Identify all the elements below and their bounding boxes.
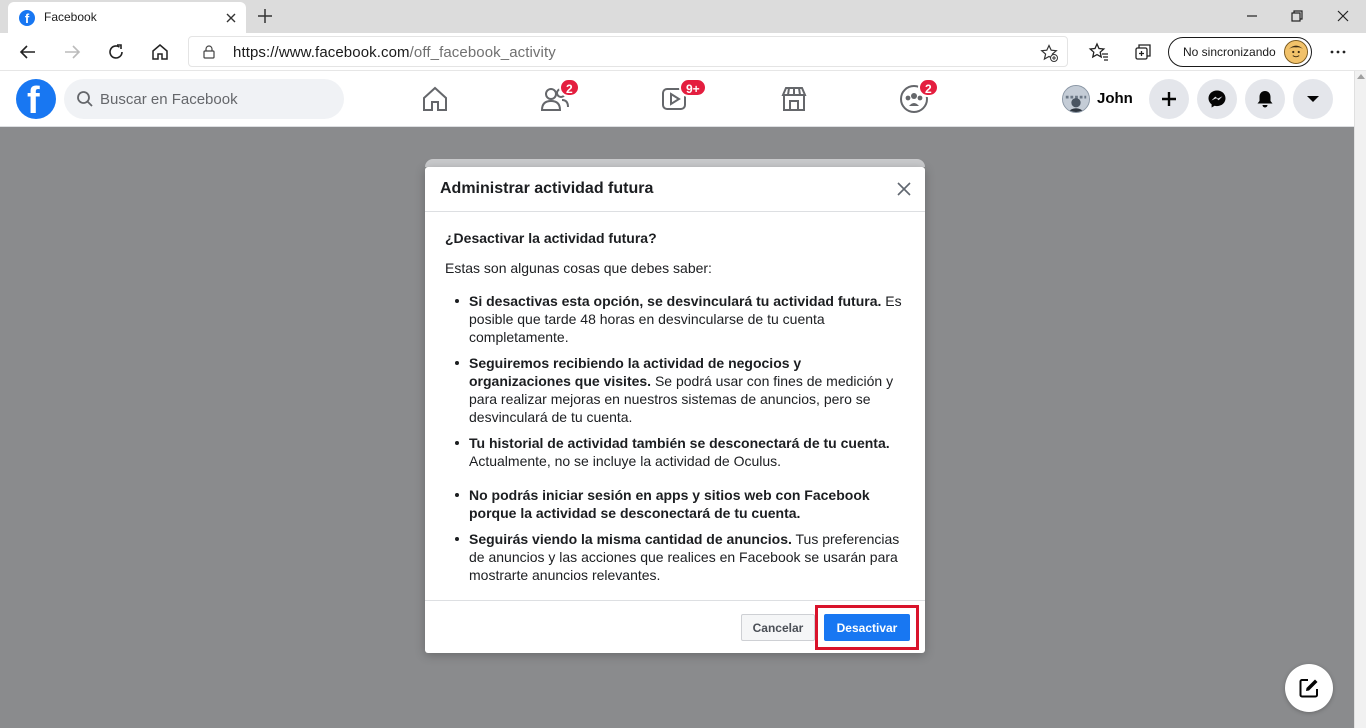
list-item-bold: Seguirás viendo la misma cantidad de anu… <box>469 531 792 547</box>
add-favorite-star-icon[interactable] <box>1039 43 1059 63</box>
list-item: Seguiremos recibiendo la actividad de ne… <box>445 354 907 426</box>
url-path: /off_facebook_activity <box>409 44 556 61</box>
list-item-text: Actualmente, no se incluye la actividad … <box>469 453 782 469</box>
home-nav-icon[interactable] <box>419 83 451 115</box>
profile-name: John <box>1097 90 1133 107</box>
search-input[interactable] <box>100 88 330 110</box>
info-list: Si desactivas esta opción, se desvincula… <box>445 292 907 584</box>
browser-tab-strip: f Facebook <box>0 0 1366 33</box>
browser-tab[interactable]: f Facebook <box>8 2 246 33</box>
list-item: Tu historial de actividad también se des… <box>445 434 907 470</box>
profile-sync-button[interactable]: No sincronizando <box>1168 37 1312 67</box>
messenger-icon <box>1208 90 1226 108</box>
back-arrow-icon[interactable] <box>16 40 40 64</box>
new-message-button[interactable] <box>1285 664 1333 712</box>
dialog-intro: Estas son algunas cosas que debes saber: <box>445 260 712 276</box>
browser-profile-avatar-icon <box>1284 40 1308 64</box>
list-item: Si desactivas esta opción, se desvincula… <box>445 292 907 346</box>
facebook-header: f 2 9+ 2 John <box>0 71 1354 127</box>
profile-chip[interactable]: John <box>1058 83 1142 115</box>
list-item-bold: Si desactivas esta opción, se desvincula… <box>469 293 882 309</box>
favorites-icon[interactable] <box>1087 40 1111 64</box>
url-host: https://www.facebook.com <box>233 44 410 61</box>
user-avatar-icon <box>1062 85 1090 113</box>
compose-icon <box>1299 679 1318 698</box>
dialog-body: ¿Desactivar la actividad futura? Estas s… <box>445 229 907 592</box>
marketplace-nav-icon[interactable] <box>778 83 810 115</box>
more-options-icon[interactable] <box>1326 40 1350 64</box>
minimize-window-icon[interactable] <box>1240 4 1264 28</box>
url-text[interactable]: https://www.facebook.com/off_facebook_ac… <box>233 44 556 61</box>
list-item: Seguirás viendo la misma cantidad de anu… <box>445 530 907 584</box>
plus-icon <box>1162 92 1176 106</box>
bell-icon <box>1257 91 1273 108</box>
list-item-bold: No podrás iniciar sesión en apps y sitio… <box>469 487 870 521</box>
close-window-icon[interactable] <box>1331 4 1355 28</box>
dialog-question: ¿Desactivar la actividad futura? <box>445 230 657 246</box>
scroll-up-arrow-icon[interactable] <box>1357 74 1365 79</box>
close-tab-icon[interactable] <box>222 9 240 27</box>
new-tab-icon[interactable] <box>255 6 275 26</box>
close-dialog-icon[interactable] <box>895 180 913 198</box>
address-bar[interactable]: https://www.facebook.com/off_facebook_ac… <box>188 36 1068 67</box>
search-box[interactable] <box>64 79 344 119</box>
friends-badge: 2 <box>559 78 580 97</box>
watch-badge: 9+ <box>679 78 707 97</box>
facebook-logo-letter: f <box>27 80 40 119</box>
restore-window-icon[interactable] <box>1285 4 1309 28</box>
create-button[interactable] <box>1149 79 1189 119</box>
caret-down-icon <box>1307 96 1319 102</box>
lock-icon[interactable] <box>201 44 217 60</box>
account-menu-button[interactable] <box>1293 79 1333 119</box>
notifications-button[interactable] <box>1245 79 1285 119</box>
groups-badge: 2 <box>918 78 939 97</box>
dialog-title: Administrar actividad futura <box>440 180 654 197</box>
sync-status-label: No sincronizando <box>1183 45 1276 59</box>
collections-icon[interactable] <box>1131 40 1155 64</box>
browser-toolbar: https://www.facebook.com/off_facebook_ac… <box>0 33 1366 71</box>
cancel-button[interactable]: Cancelar <box>741 614 815 641</box>
deactivate-button[interactable]: Desactivar <box>824 614 910 641</box>
messenger-button[interactable] <box>1197 79 1237 119</box>
list-item-bold: Tu historial de actividad también se des… <box>469 435 890 451</box>
home-icon[interactable] <box>148 40 172 64</box>
forward-arrow-icon[interactable] <box>60 40 84 64</box>
tab-title: Facebook <box>44 10 97 24</box>
manage-future-activity-dialog: Administrar actividad futura ¿Desactivar… <box>425 167 925 653</box>
search-icon <box>77 91 93 107</box>
list-item: No podrás iniciar sesión en apps y sitio… <box>445 486 907 522</box>
dialog-footer: Cancelar Desactivar <box>425 600 925 653</box>
page-scrollbar[interactable] <box>1354 71 1366 728</box>
facebook-logo-icon[interactable]: f <box>16 79 56 119</box>
facebook-favicon-icon: f <box>19 10 35 26</box>
dialog-header: Administrar actividad futura <box>425 167 925 212</box>
refresh-icon[interactable] <box>104 40 128 64</box>
underlying-dialog-edge <box>425 159 925 167</box>
